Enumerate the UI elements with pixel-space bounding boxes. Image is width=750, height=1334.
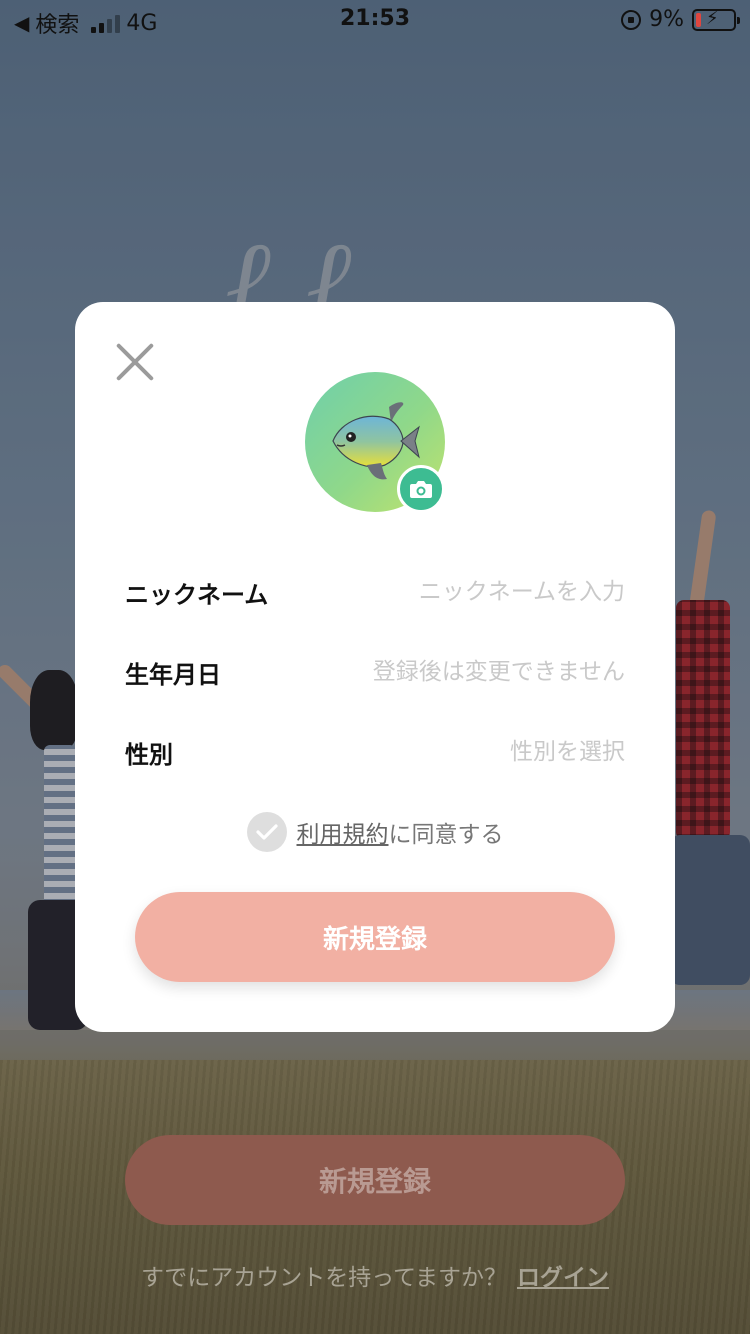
orientation-lock-icon	[621, 9, 642, 30]
register-modal: ニックネーム 生年月日 性別 利用規約に同意する 新規登録	[75, 302, 675, 1032]
gender-label: 性別	[125, 740, 173, 769]
background-register-button: 新規登録	[125, 1135, 625, 1225]
nickname-input[interactable]	[345, 579, 625, 605]
nickname-row: ニックネーム	[125, 572, 625, 612]
charging-bolt-icon: ⚡	[706, 7, 719, 29]
terms-checkbox[interactable]	[246, 812, 287, 852]
terms-text: 利用規約に同意する	[297, 815, 504, 849]
gender-select[interactable]	[345, 739, 625, 765]
battery-icon: ⚡	[692, 7, 740, 31]
close-icon[interactable]	[113, 340, 157, 384]
register-button[interactable]: 新規登録	[135, 892, 615, 982]
terms-agreement: 利用規約に同意する	[75, 811, 675, 853]
have-account-line: すでにアカウントを持ってますか？ ログイン	[0, 1258, 750, 1292]
terms-suffix: に同意する	[388, 822, 504, 848]
birthday-row: 生年月日	[125, 652, 625, 692]
gender-row: 性別	[125, 732, 625, 772]
birthday-picker[interactable]	[345, 659, 625, 685]
birthday-label: 生年月日	[125, 660, 221, 689]
status-bar: ◀ 検索 4G 21:53 9% ⚡	[0, 0, 750, 40]
status-right: 9% ⚡	[621, 7, 740, 32]
terms-of-service-link[interactable]: 利用規約	[297, 822, 389, 848]
nickname-label: ニックネーム	[125, 580, 269, 609]
camera-icon[interactable]	[397, 465, 445, 513]
have-account-text: すでにアカウントを持ってますか？	[141, 1265, 507, 1291]
checkmark-icon	[255, 824, 278, 840]
battery-percent: 9%	[649, 7, 684, 32]
login-link: ログイン	[516, 1265, 609, 1291]
camera-glyph-icon	[410, 481, 432, 498]
